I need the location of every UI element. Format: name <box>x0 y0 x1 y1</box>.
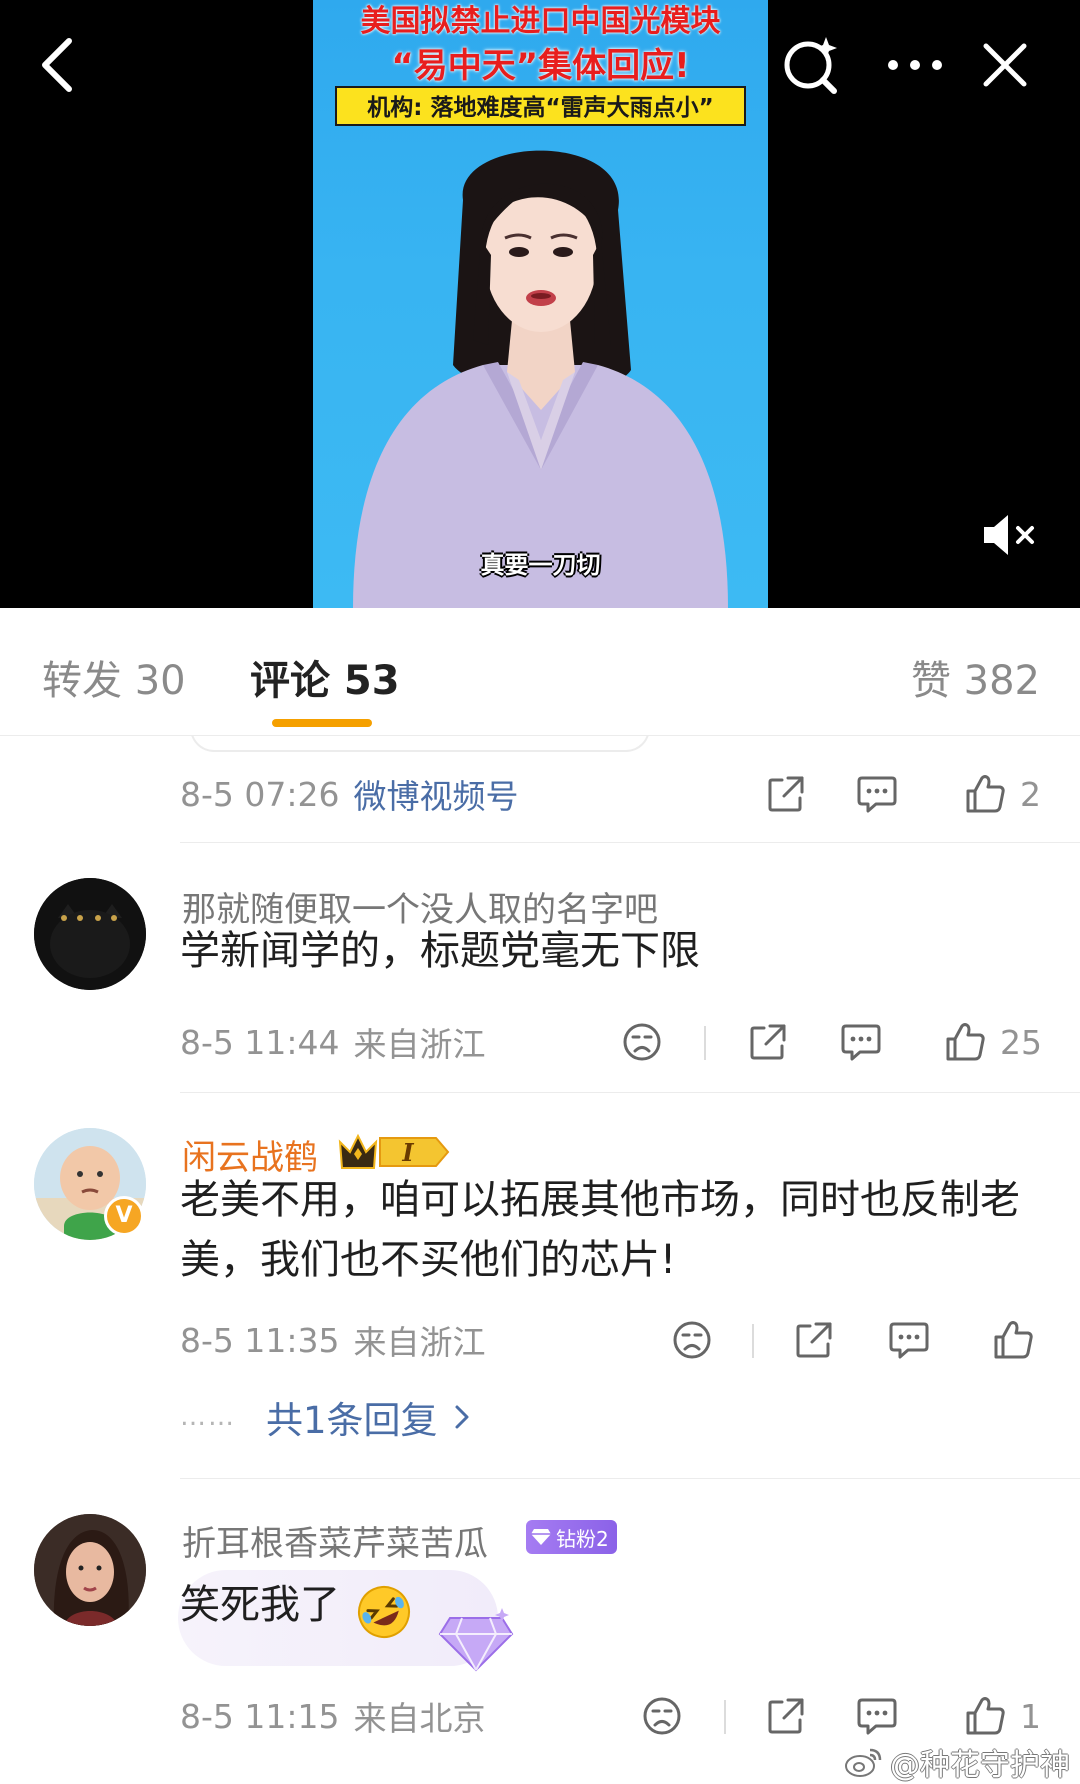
comment-icon <box>857 776 897 813</box>
share-button[interactable] <box>794 1310 834 1370</box>
comment-location: 来自浙江 <box>353 1323 486 1362</box>
like-count: 2 <box>1020 774 1041 814</box>
share-icon <box>768 1698 804 1734</box>
replies-dots: …… <box>180 1402 236 1432</box>
vip-level: I <box>401 1138 414 1167</box>
speaker-muted-icon <box>984 515 1034 555</box>
fan-level-badge: 钻粉2 <box>526 1520 617 1554</box>
active-tab-indicator <box>272 719 372 727</box>
diamond-decoration-icon <box>438 1608 514 1672</box>
dislike-button[interactable] <box>642 1686 682 1746</box>
post-time: 8-5 07:26 <box>180 774 340 814</box>
view-replies-link[interactable]: 共1条回复 <box>266 1390 438 1444</box>
action-separator <box>724 1700 726 1734</box>
row-divider <box>180 1478 1080 1479</box>
video-subtitle: 真要一刀切 <box>480 551 601 579</box>
comment-button[interactable] <box>888 1310 930 1370</box>
comment-time: 8-5 11:44 <box>180 1022 340 1062</box>
back-button[interactable] <box>22 30 92 100</box>
tab-repost[interactable]: 转发 30 <box>42 648 186 706</box>
sad-face-icon <box>673 1321 711 1359</box>
comment-time: 8-5 11:35 <box>180 1320 340 1360</box>
tab-comments[interactable]: 评论 53 <box>250 648 400 706</box>
more-dots-icon <box>888 60 942 70</box>
share-button[interactable] <box>766 1686 806 1746</box>
share-button[interactable] <box>748 1012 788 1072</box>
watermark: @种花守护神 <box>844 1740 1070 1784</box>
comment-list[interactable]: 8-5 07:26 微博视频号 2 那就随便取一个没人取的名字吧 学新闻学的，标… <box>0 736 1080 1784</box>
tab-bar: 转发 30 评论 53 赞 382 <box>0 608 1080 736</box>
tab-likes[interactable]: 赞 382 <box>911 648 1040 706</box>
comment-button[interactable] <box>856 764 898 824</box>
fan-badge-label: 钻粉2 <box>556 1526 609 1551</box>
comment-button[interactable] <box>840 1012 882 1072</box>
like-button[interactable]: 1 <box>964 1686 1041 1746</box>
video-headline-1: 美国拟禁止进口中国光模块 <box>360 4 721 39</box>
share-button[interactable] <box>766 764 806 824</box>
comment-icon <box>857 1698 897 1735</box>
post-meta-row: 8-5 07:26 微博视频号 2 <box>180 764 1080 824</box>
like-count: 1 <box>1020 1696 1041 1736</box>
vip-crown-badge-icon: I <box>338 1133 450 1169</box>
black-cat-avatar-image <box>34 878 146 990</box>
comment-icon <box>841 1024 881 1061</box>
chevron-left-icon <box>42 38 72 92</box>
comment-text: 老美不用，咱可以拓展其他市场，同时也反制老美，我们也不买他们的芯片! <box>180 1177 1020 1283</box>
post-source-link[interactable]: 微博视频号 <box>354 770 519 818</box>
more-button[interactable] <box>880 30 950 100</box>
replies-row[interactable]: …… 共1条回复 <box>180 1387 470 1447</box>
rolling-laughing-emoji-icon <box>358 1586 410 1638</box>
search-sparkle-icon <box>784 37 837 94</box>
action-separator <box>752 1324 754 1358</box>
like-button[interactable] <box>992 1310 1048 1370</box>
woman-avatar-image <box>34 1514 146 1626</box>
comment-location: 来自浙江 <box>353 1025 486 1064</box>
comment-meta-row: 8-5 11:35 来自浙江 <box>180 1310 1080 1370</box>
dislike-button[interactable] <box>622 1012 662 1072</box>
close-button[interactable] <box>970 30 1040 100</box>
presenter-image <box>353 150 728 608</box>
video-player[interactable]: 美国拟禁止进口中国光模块 “易中天”集体回应! 机构: 落地难度高“雷声大雨点小… <box>0 0 1080 608</box>
close-icon <box>983 43 1027 87</box>
mute-button[interactable] <box>980 510 1040 560</box>
comment-icon <box>889 1322 929 1359</box>
sad-face-icon <box>643 1697 681 1735</box>
video-headline-2: “易中天”集体回应! <box>391 46 690 86</box>
weibo-logo-icon <box>845 1748 882 1777</box>
share-icon <box>796 1322 832 1358</box>
watermark-text: @种花守护神 <box>890 1748 1070 1783</box>
action-separator <box>704 1026 706 1060</box>
thumbs-up-icon <box>966 1697 1005 1735</box>
chevron-right-icon <box>455 1405 469 1429</box>
comment-location: 来自北京 <box>353 1699 486 1738</box>
thumbs-up-icon <box>966 775 1005 813</box>
comment-time: 8-5 11:15 <box>180 1696 340 1736</box>
avatar[interactable] <box>34 878 146 990</box>
sad-face-icon <box>623 1023 661 1061</box>
avatar[interactable] <box>34 1514 146 1626</box>
search-button[interactable] <box>777 30 847 100</box>
video-headline-3: 机构: 落地难度高“雷声大雨点小” <box>335 86 746 126</box>
video-frame: 美国拟禁止进口中国光模块 “易中天”集体回应! 机构: 落地难度高“雷声大雨点小… <box>313 0 768 608</box>
comment-text: 学新闻学的，标题党毫无下限 <box>180 928 700 974</box>
diamond-icon <box>531 1529 551 1545</box>
comment-meta-row: 8-5 11:44 来自浙江 25 <box>180 1012 1080 1072</box>
thumbs-up-icon <box>994 1321 1033 1359</box>
comment-meta-row: 8-5 11:15 来自北京 1 <box>180 1686 1080 1746</box>
like-button[interactable]: 25 <box>944 1012 1042 1072</box>
comment-username[interactable]: 折耳根香菜芹菜苦瓜 <box>182 1516 488 1565</box>
like-button[interactable]: 2 <box>964 764 1041 824</box>
dislike-button[interactable] <box>672 1310 712 1370</box>
comment-text: 笑死我了 <box>180 1582 340 1628</box>
share-icon <box>750 1024 786 1060</box>
verified-badge: V <box>104 1196 144 1236</box>
comment-button[interactable] <box>856 1686 898 1746</box>
thumbs-up-icon <box>946 1023 985 1061</box>
share-icon <box>768 776 804 812</box>
row-divider <box>180 1092 1080 1093</box>
row-divider <box>180 842 1080 843</box>
like-count: 25 <box>1000 1022 1042 1062</box>
quoted-post-card-edge <box>190 736 650 752</box>
